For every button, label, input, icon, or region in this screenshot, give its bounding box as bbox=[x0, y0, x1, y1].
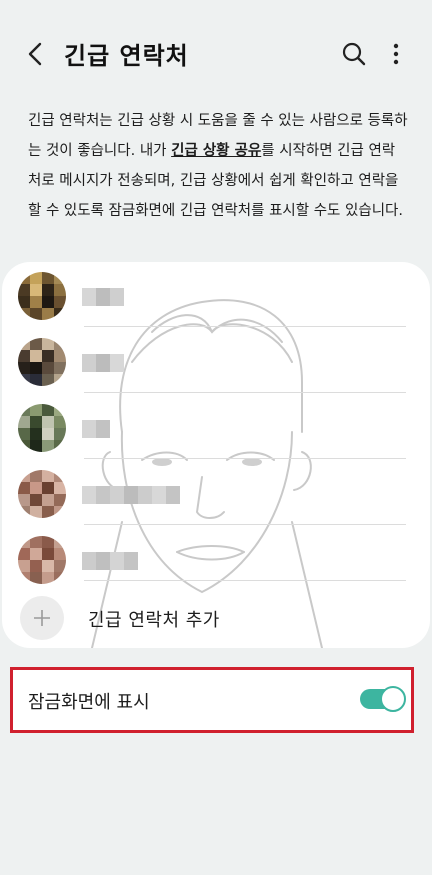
contact-row[interactable] bbox=[2, 264, 430, 330]
description-text: 긴급 연락처는 긴급 상황 시 도움을 줄 수 있는 사람으로 등록하는 것이 … bbox=[28, 106, 408, 226]
add-contact-button[interactable]: 긴급 연락처 추가 bbox=[2, 582, 430, 648]
add-contact-label: 긴급 연락처 추가 bbox=[88, 610, 220, 631]
emergency-sharing-link[interactable]: 긴급 상황 공유 bbox=[171, 143, 261, 159]
contact-row[interactable] bbox=[2, 330, 430, 396]
contact-row[interactable] bbox=[2, 396, 430, 462]
contact-avatar bbox=[18, 338, 66, 386]
divider bbox=[84, 326, 406, 327]
contact-name-blurred bbox=[82, 486, 180, 504]
divider bbox=[84, 524, 406, 525]
add-icon-circle bbox=[20, 596, 64, 640]
contacts-card: 긴급 연락처 추가 bbox=[2, 262, 430, 648]
back-button[interactable] bbox=[20, 38, 52, 70]
emergency-contacts-screen: 긴급 연락처 긴급 연락처는 긴급 상황 시 도움을 줄 수 있는 사람으로 등… bbox=[0, 0, 432, 875]
contact-row[interactable] bbox=[2, 462, 430, 528]
plus-icon bbox=[34, 610, 50, 626]
contact-name-blurred bbox=[82, 552, 138, 570]
contact-avatar bbox=[18, 272, 66, 320]
chevron-left-icon bbox=[28, 42, 42, 66]
app-bar: 긴급 연락처 bbox=[0, 0, 432, 108]
contact-avatar bbox=[18, 404, 66, 452]
contact-name-blurred bbox=[82, 288, 124, 306]
divider bbox=[84, 580, 406, 581]
search-button[interactable] bbox=[338, 38, 370, 70]
contact-name-blurred bbox=[82, 354, 124, 372]
search-icon bbox=[342, 42, 366, 66]
divider bbox=[84, 458, 406, 459]
more-options-button[interactable] bbox=[380, 38, 412, 70]
highlight-box bbox=[10, 667, 414, 733]
divider bbox=[84, 392, 406, 393]
contact-avatar bbox=[18, 536, 66, 584]
page-title: 긴급 연락처 bbox=[64, 42, 189, 70]
contact-avatar bbox=[18, 470, 66, 518]
contact-name-blurred bbox=[82, 420, 110, 438]
more-vertical-icon bbox=[393, 43, 399, 65]
